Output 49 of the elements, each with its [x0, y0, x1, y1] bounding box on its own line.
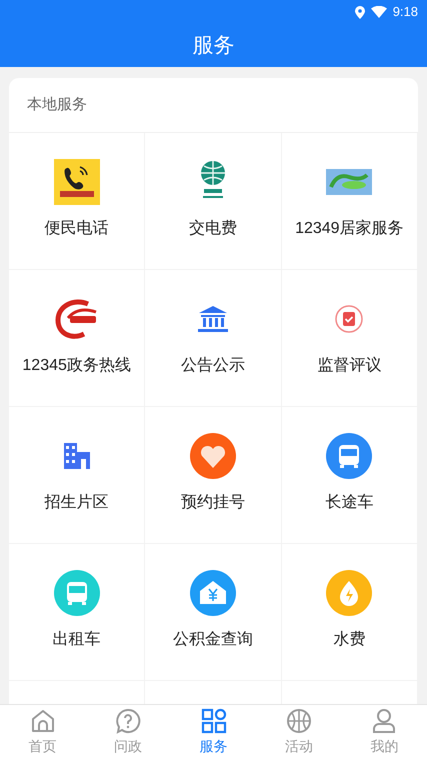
house-yen-icon: [190, 570, 236, 616]
location-icon: [354, 6, 365, 18]
drop-bolt-icon: [326, 570, 372, 616]
bus-icon: [54, 570, 100, 616]
service-item[interactable]: 水费: [282, 544, 418, 681]
service-label: 出租车: [52, 630, 101, 650]
service-item[interactable]: 长途车: [282, 407, 418, 544]
service-item[interactable]: 12349居家服务: [282, 133, 418, 270]
bank-icon: [198, 306, 228, 332]
service-label: 便民电话: [44, 218, 109, 239]
banner-logo-icon: [326, 169, 372, 195]
grid-icon: [200, 708, 227, 734]
service-label: 预约挂号: [180, 493, 245, 513]
service-item[interactable]: 公告公示: [145, 270, 282, 407]
buildings-icon: [64, 443, 90, 469]
phone-icon: [54, 159, 100, 205]
tab-label: 问政: [114, 736, 142, 756]
page-title: 服务: [192, 32, 234, 59]
tab-label: 服务: [200, 736, 228, 756]
service-item[interactable]: 监督评议: [282, 270, 418, 407]
service-item[interactable]: 交电费: [145, 133, 282, 270]
service-label: 长途车: [325, 492, 374, 513]
tab-label: 活动: [284, 736, 313, 756]
service-item[interactable]: 招生片区: [9, 407, 146, 544]
service-label: 12345政务热线: [22, 356, 131, 376]
wifi-icon: [370, 6, 387, 18]
clipboard-check-icon: [335, 305, 364, 333]
service-item[interactable]: 12345政务热线: [9, 270, 146, 407]
nav-tab[interactable]: 服务: [170, 705, 256, 759]
question-icon: [115, 708, 142, 734]
tab-label: 我的: [370, 736, 398, 756]
service-label: 交电费: [188, 218, 237, 239]
section-title: 本地服务: [27, 94, 87, 115]
service-item[interactable]: 便民电话: [9, 133, 146, 270]
bus-icon: [326, 433, 372, 479]
person-icon: [371, 708, 398, 734]
service-item[interactable]: 预约挂号: [145, 407, 282, 544]
service-label: 12349居家服务: [295, 218, 404, 239]
service-label: 水费: [333, 630, 366, 650]
service-item[interactable]: 公积金查询: [145, 544, 282, 681]
service-label: 招生片区: [44, 492, 109, 513]
home-icon: [30, 708, 56, 734]
basketball-icon: [286, 708, 312, 734]
tab-label: 首页: [28, 736, 57, 756]
service-item[interactable]: 出租车: [9, 544, 146, 681]
service-label: 公告公示: [180, 356, 245, 376]
status-time: 9:18: [392, 3, 418, 22]
service-label: 监督评议: [317, 356, 382, 376]
service-label: 公积金查询: [172, 630, 253, 650]
